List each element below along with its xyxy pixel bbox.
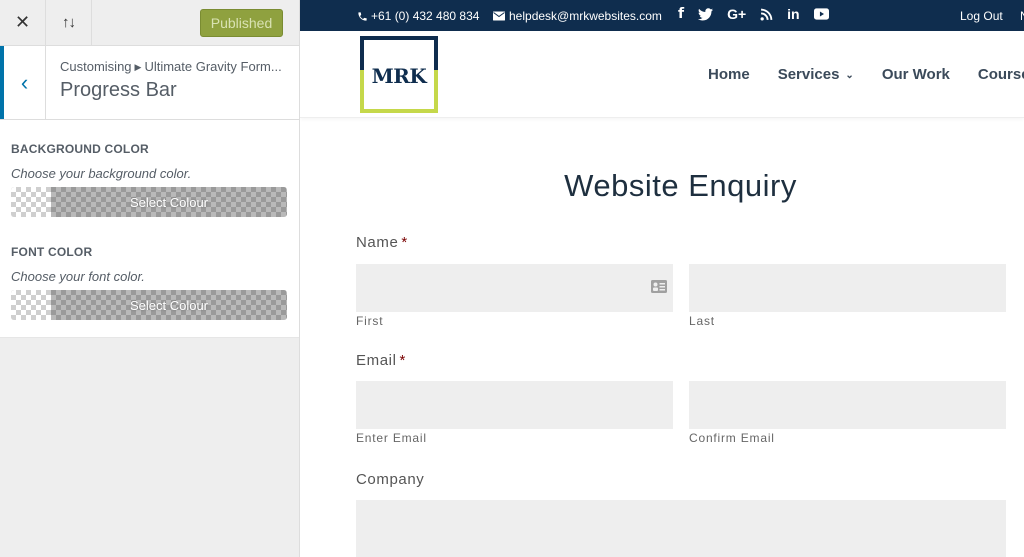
company-field: Company bbox=[356, 471, 1006, 557]
back-button[interactable]: ‹ bbox=[0, 46, 46, 119]
reorder-button[interactable]: ↑↓ bbox=[46, 0, 92, 45]
confirm-email-sublabel: Confirm Email bbox=[689, 431, 775, 445]
field-label: Email * bbox=[356, 352, 406, 369]
logo-text: MRK bbox=[371, 64, 427, 88]
nav-item-services[interactable]: Services ⌄ bbox=[778, 66, 854, 83]
close-customizer-button[interactable]: ✕ bbox=[0, 0, 46, 45]
youtube-icon[interactable] bbox=[813, 8, 829, 20]
rss-icon[interactable] bbox=[760, 8, 773, 21]
color-swatch bbox=[11, 187, 51, 217]
breadcrumb-section: Ultimate Gravity Form... bbox=[144, 59, 282, 74]
customizer-header: ✕ ↑↓ Published bbox=[0, 0, 299, 46]
nav-item-our-work[interactable]: Our Work bbox=[882, 66, 950, 83]
enquiry-form: Website Enquiry Name * First Last Email * bbox=[356, 168, 1006, 557]
nav-item-home[interactable]: Home bbox=[708, 66, 750, 83]
required-mark: * bbox=[399, 352, 406, 369]
company-input[interactable] bbox=[356, 500, 1006, 557]
section-header: ‹ Customising ▶ Ultimate Gravity Form... P… bbox=[0, 46, 299, 120]
breadcrumb-root: Customising bbox=[60, 59, 132, 74]
field-label: Company bbox=[356, 471, 425, 488]
site-header: MRK Home Services ⌄ Our Work Course bbox=[300, 31, 1024, 118]
select-font-colour-button[interactable]: Select Colour bbox=[11, 290, 287, 320]
button-label: Select Colour bbox=[129, 297, 209, 313]
mrk-logo[interactable]: MRK bbox=[360, 36, 438, 113]
control-label: FONT COLOR bbox=[11, 245, 93, 259]
email-address: helpdesk@mrkwebsites.com bbox=[509, 9, 662, 23]
envelope-icon bbox=[493, 11, 505, 21]
publish-button[interactable]: Published bbox=[200, 9, 283, 37]
chevron-left-icon: ‹ bbox=[20, 69, 29, 95]
contact-card-icon[interactable] bbox=[651, 280, 667, 293]
email-field: Email * Enter Email Confirm Email bbox=[356, 352, 1006, 445]
linkedin-icon[interactable]: in bbox=[787, 6, 799, 22]
chevron-down-icon: ⌄ bbox=[845, 70, 854, 81]
color-swatch bbox=[11, 290, 51, 320]
enter-email-sublabel: Enter Email bbox=[356, 431, 427, 445]
required-mark: * bbox=[401, 234, 408, 251]
nav-item-courses[interactable]: Course bbox=[978, 66, 1024, 83]
logout-link[interactable]: Log Out bbox=[960, 9, 1003, 23]
caret-right-icon: ▶ bbox=[134, 62, 142, 72]
enter-email-input[interactable] bbox=[356, 381, 673, 429]
select-background-colour-button[interactable]: Select Colour bbox=[11, 187, 287, 217]
email-link[interactable]: helpdesk@mrkwebsites.com bbox=[493, 9, 662, 23]
social-links: f G+ in bbox=[678, 6, 829, 22]
background-color-control: BACKGROUND COLOR Choose your background … bbox=[11, 142, 287, 217]
last-name-input[interactable] bbox=[689, 264, 1006, 312]
site-preview: +61 (0) 432 480 834 helpdesk@mrkwebsites… bbox=[300, 0, 1024, 557]
last-sublabel: Last bbox=[689, 314, 715, 328]
phone-icon bbox=[358, 11, 367, 21]
breadcrumb: Customising ▶ Ultimate Gravity Form... bbox=[60, 59, 282, 74]
control-label: BACKGROUND COLOR bbox=[11, 142, 149, 156]
name-field: Name * First Last bbox=[356, 234, 1006, 328]
phone-link[interactable]: +61 (0) 432 480 834 bbox=[357, 9, 479, 23]
customizer-sidebar: ✕ ↑↓ Published ‹ Customising ▶ Ultimate Gr… bbox=[0, 0, 300, 557]
control-description: Choose your background color. bbox=[11, 166, 192, 181]
button-label: Select Colour bbox=[129, 194, 209, 210]
twitter-icon[interactable] bbox=[698, 7, 714, 21]
control-description: Choose your font color. bbox=[11, 269, 145, 284]
field-label: Name * bbox=[356, 234, 408, 251]
first-sublabel: First bbox=[356, 314, 384, 328]
nav-item-label: Services bbox=[777, 66, 840, 83]
phone-number: +61 (0) 432 480 834 bbox=[371, 9, 480, 23]
facebook-icon[interactable]: f bbox=[678, 6, 684, 22]
arrows-up-down-icon: ↑↓ bbox=[62, 14, 76, 31]
top-bar: +61 (0) 432 480 834 helpdesk@mrkwebsites… bbox=[300, 0, 1024, 31]
font-color-control: FONT COLOR Choose your font color. Selec… bbox=[11, 245, 287, 320]
close-icon: ✕ bbox=[14, 12, 31, 32]
section-title: Progress Bar bbox=[60, 79, 177, 101]
confirm-email-input[interactable] bbox=[689, 381, 1006, 429]
main-nav: Home Services ⌄ Our Work Course bbox=[708, 66, 1024, 83]
controls-panel: BACKGROUND COLOR Choose your background … bbox=[0, 120, 299, 338]
first-name-input[interactable] bbox=[356, 264, 673, 312]
form-title: Website Enquiry bbox=[564, 168, 797, 203]
google-plus-icon[interactable]: G+ bbox=[727, 6, 746, 22]
topbar-item-cut-off[interactable]: N bbox=[1020, 9, 1024, 23]
